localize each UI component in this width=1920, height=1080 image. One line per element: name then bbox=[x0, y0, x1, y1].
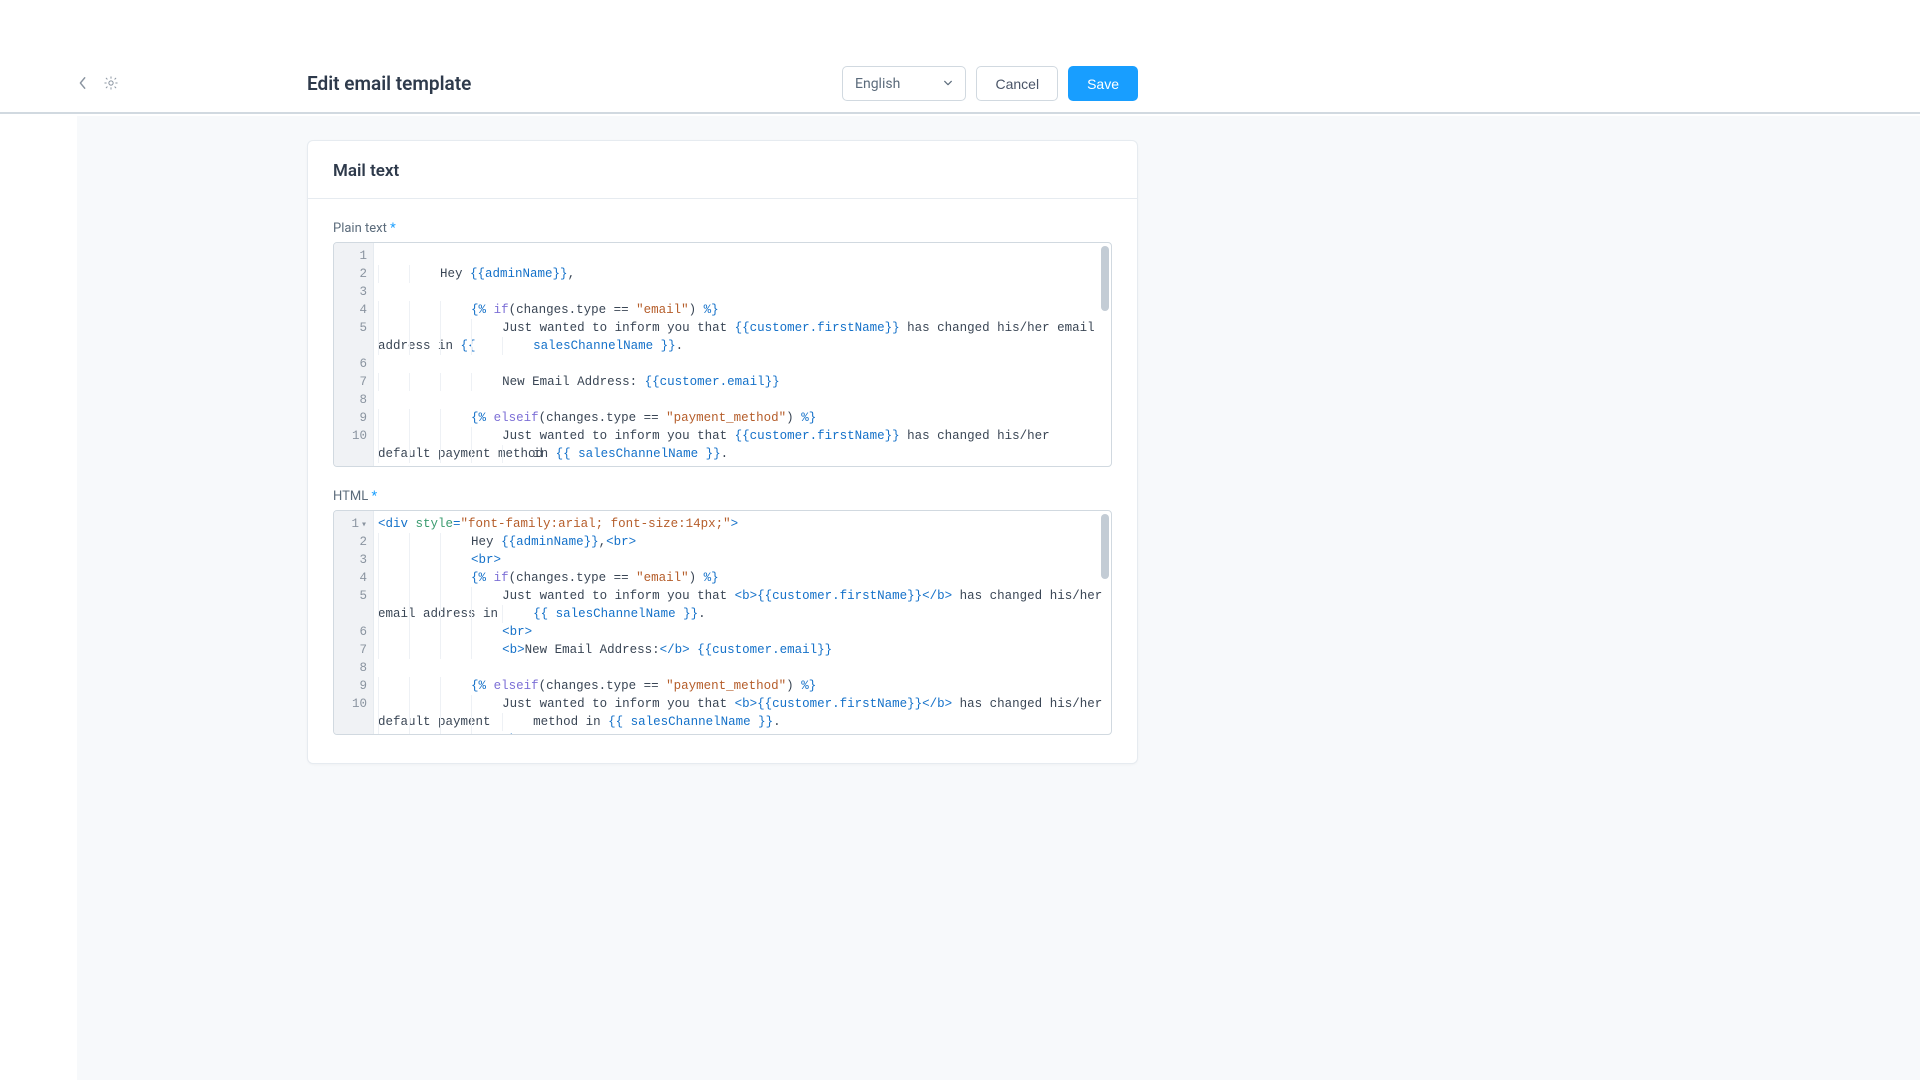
plain-text-label-text: Plain text bbox=[333, 221, 387, 236]
language-select-value: English bbox=[855, 76, 900, 92]
cancel-button[interactable]: Cancel bbox=[976, 66, 1058, 101]
html-editor-gutter: 1 ▾2345 678910 11121314 bbox=[334, 511, 374, 734]
card-title: Mail text bbox=[308, 141, 1137, 199]
scrollbar-thumb[interactable] bbox=[1101, 246, 1109, 311]
html-editor[interactable]: 1 ▾2345 678910 11121314 <div style="font… bbox=[333, 510, 1112, 735]
page-title: Edit email template bbox=[307, 72, 471, 95]
required-marker: * bbox=[371, 489, 377, 504]
html-label: HTML * bbox=[333, 489, 1112, 504]
required-marker: * bbox=[390, 221, 396, 236]
scrollbar-thumb[interactable] bbox=[1101, 514, 1109, 579]
plain-text-label: Plain text * bbox=[333, 221, 1112, 236]
card-body: Plain text * 12345 678910 11121314 Hey {… bbox=[308, 199, 1137, 763]
mail-text-card: Mail text Plain text * 12345 678910 1112… bbox=[307, 140, 1138, 764]
html-editor-code[interactable]: <div style="font-family:arial; font-size… bbox=[374, 511, 1111, 734]
topbar: Edit email template English Cancel Save bbox=[0, 0, 1920, 114]
language-select[interactable]: English bbox=[842, 66, 966, 101]
save-button[interactable]: Save bbox=[1068, 66, 1138, 101]
chevron-down-icon bbox=[943, 76, 953, 92]
topbar-left-icons bbox=[74, 74, 120, 92]
plain-text-editor[interactable]: 12345 678910 11121314 Hey {{adminName}},… bbox=[333, 242, 1112, 467]
html-label-text: HTML bbox=[333, 489, 368, 504]
html-editor-scrollbar[interactable] bbox=[1101, 514, 1109, 731]
plain-editor-gutter: 12345 678910 11121314 bbox=[334, 243, 374, 466]
topbar-actions: English Cancel Save bbox=[842, 66, 1138, 101]
gear-icon[interactable] bbox=[102, 74, 120, 92]
plain-editor-scrollbar[interactable] bbox=[1101, 246, 1109, 463]
plain-editor-code[interactable]: Hey {{adminName}}, {% if(changes.type ==… bbox=[374, 243, 1111, 466]
back-icon[interactable] bbox=[74, 74, 92, 92]
